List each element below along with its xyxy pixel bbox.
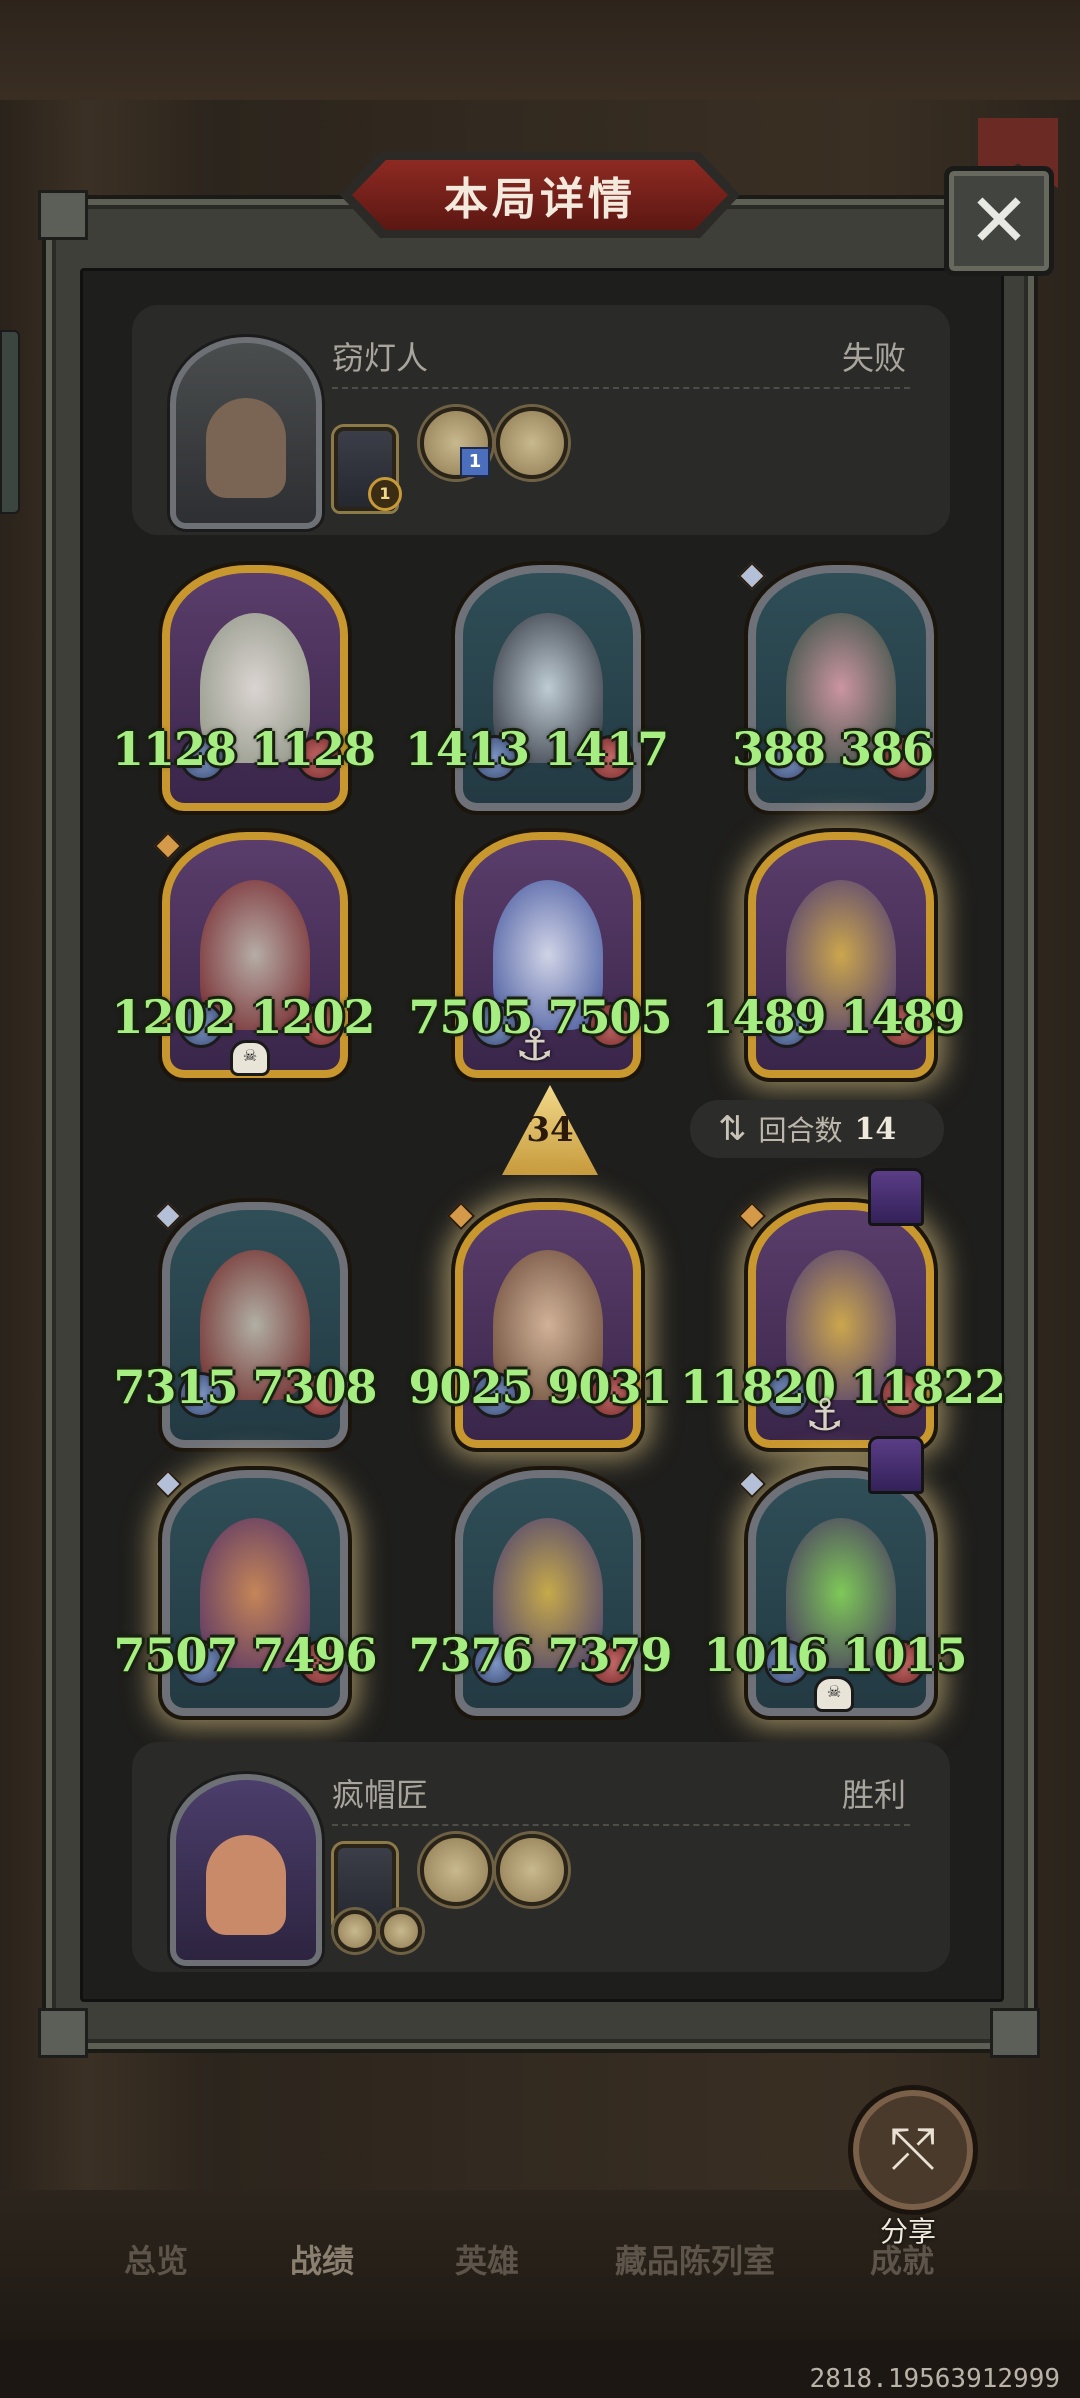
tab-collection[interactable]: 藏品陈列室	[615, 2236, 775, 2282]
divider	[332, 1824, 910, 1826]
repeat-icon: ⇅	[718, 1109, 747, 1149]
attack-damage: 34	[526, 1110, 574, 1150]
player-name: 疯帽匠	[332, 1776, 429, 1814]
minion-stats: 7507 7496	[105, 1628, 385, 1682]
health-value: 1489	[840, 990, 966, 1044]
attack-value: 1202	[111, 990, 236, 1044]
page-title: 本局详情	[352, 160, 728, 230]
anchor-icon: ⚓	[805, 1390, 845, 1441]
health-value: 386	[840, 722, 934, 776]
frame-corner	[38, 2008, 88, 2058]
health-value: 1015	[842, 1628, 968, 1682]
health-value: 1417	[544, 722, 669, 776]
tab-heroes[interactable]: 英雄	[455, 2236, 519, 2282]
share-label: 分享	[879, 2215, 936, 2248]
skull-icon: ☠	[230, 1040, 270, 1076]
top-hat-icon	[868, 1436, 924, 1494]
match-result: 胜利	[841, 1776, 906, 1814]
minion-stats: 7376 7379	[400, 1628, 680, 1682]
minion-stats: 1128 1128	[112, 722, 376, 776]
claw-icon[interactable]	[380, 1910, 422, 1952]
tab-overview[interactable]: 总览	[124, 2236, 188, 2282]
frame-corner	[990, 2008, 1040, 2058]
attack-value: 388	[732, 722, 826, 776]
health-value: 11822	[850, 1360, 1006, 1414]
round-value: 14	[854, 1111, 897, 1147]
item-badge: 1	[368, 477, 402, 511]
health-value: 7379	[547, 1628, 673, 1682]
minion-stats: 388 386	[732, 722, 934, 776]
gift-box-icon[interactable]	[420, 1834, 492, 1906]
blade-trinket-icon[interactable]	[496, 1834, 568, 1906]
attack-value: 7505	[408, 990, 533, 1044]
bottom-player-card: 疯帽匠 胜利	[132, 1742, 950, 1972]
attack-value: 1128	[112, 722, 237, 776]
sword-icon[interactable]	[334, 1910, 376, 1952]
player-name: 窃灯人	[332, 339, 429, 377]
health-value: 9031	[547, 1360, 673, 1414]
divider	[332, 387, 910, 389]
top-player-card: 窃灯人 失败 1 1	[132, 305, 950, 535]
minion-stats: 1202 1202	[108, 990, 378, 1044]
close-button[interactable]: ✕	[944, 166, 1054, 276]
side-tab[interactable]	[0, 330, 20, 514]
attack-value: 1489	[701, 990, 826, 1044]
frame-corner	[38, 190, 88, 240]
attack-value: 1016	[703, 1628, 828, 1682]
share-button[interactable]: ⤲	[848, 2085, 978, 2215]
tab-records[interactable]: 战绩	[290, 2236, 354, 2282]
round-counter: ⇅ 回合数 14	[690, 1100, 944, 1158]
avatar[interactable]	[170, 1774, 322, 1966]
close-icon: ✕	[967, 178, 1030, 264]
minion-stats: 9025 9031	[405, 1360, 675, 1414]
avatar[interactable]	[170, 337, 322, 529]
attack-value: 7315	[113, 1360, 238, 1414]
health-value: 1128	[251, 722, 376, 776]
attack-value: 7507	[113, 1628, 238, 1682]
minion-stats: 1489 1489	[698, 990, 968, 1044]
health-value: 7505	[547, 990, 673, 1044]
minion-stats: 1016 1015	[700, 1628, 970, 1682]
anchor-icon: ⚓	[515, 1020, 555, 1071]
minion-stats: 1413 1417	[405, 722, 669, 776]
share-icon: ⤲	[890, 2117, 936, 2182]
round-label: 回合数	[758, 1114, 843, 1147]
skull-icon: ☠	[814, 1676, 854, 1712]
item-badge: 1	[460, 447, 490, 477]
session-id: 2818.19563912999	[809, 2364, 1060, 2394]
health-value: 7496	[252, 1628, 378, 1682]
top-hat-icon	[868, 1168, 924, 1226]
attack-value: 9025	[408, 1360, 533, 1414]
health-value: 1202	[250, 990, 376, 1044]
minion-stats: 7315 7308	[110, 1360, 380, 1414]
scroll-trinket-icon[interactable]	[496, 407, 568, 479]
match-result: 失败	[841, 339, 906, 377]
attack-value: 1413	[405, 722, 530, 776]
attack-value: 7376	[408, 1628, 533, 1682]
health-value: 7308	[252, 1360, 378, 1414]
